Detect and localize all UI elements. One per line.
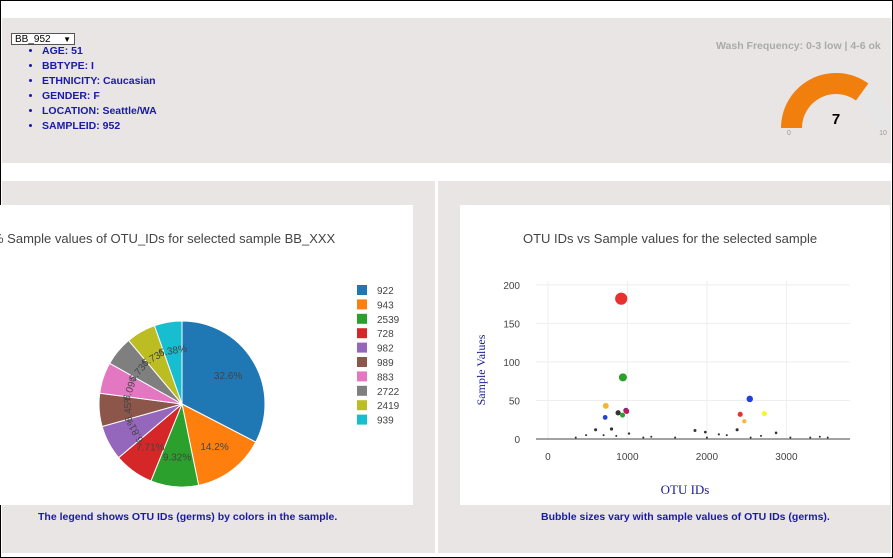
pie-caption: The legend shows OTU IDs (germs) by colo… <box>38 511 338 523</box>
bubble-point <box>602 434 605 437</box>
legend-swatch <box>357 414 367 425</box>
bubble-point <box>620 412 626 418</box>
gauge-value: 7 <box>832 111 840 128</box>
pie-slice-label: 7.71% <box>136 443 164 454</box>
legend-swatch <box>357 357 367 367</box>
bubble-point <box>642 436 645 439</box>
bubble-point <box>602 402 609 409</box>
bubble-point <box>742 419 747 424</box>
legend-item: 943 <box>377 300 394 311</box>
y-tick-label: 200 <box>503 281 520 292</box>
legend-item: 922 <box>377 286 394 297</box>
y-tick-label: 50 <box>509 396 521 407</box>
legend-item: 939 <box>377 416 394 427</box>
bubble-point <box>725 434 728 437</box>
bubble-point <box>615 292 628 305</box>
legend-item: 2722 <box>377 387 400 398</box>
pie-chart-title: % Sample values of OTU_IDs for selected … <box>0 231 336 246</box>
legend-swatch <box>357 285 367 295</box>
bubble-point <box>789 436 792 439</box>
legend-swatch <box>357 328 367 339</box>
bubble-caption: Bubble sizes vary with sample values of … <box>541 511 830 523</box>
gauge-fill <box>781 73 869 128</box>
bubble-point <box>615 434 618 437</box>
bubble-point <box>705 436 708 439</box>
bubble-point <box>574 436 577 439</box>
bubble-point <box>774 431 778 435</box>
bubble-chart-title: OTU IDs vs Sample values for the selecte… <box>523 231 818 246</box>
legend-swatch <box>357 385 367 396</box>
bubble-point <box>650 435 653 438</box>
bubble-point <box>826 436 829 439</box>
legend-swatch <box>357 313 367 324</box>
pie-slice-label: 9.32% <box>163 453 191 464</box>
metadata-item: AGE: 51 <box>42 44 157 59</box>
bubble-point <box>761 410 767 417</box>
bubble-chart-card: OTU IDs vs Sample values for the selecte… <box>460 205 890 505</box>
bubble-point <box>749 436 752 439</box>
bubble-point <box>594 428 598 432</box>
y-tick-label: 0 <box>514 435 520 446</box>
legend-swatch <box>357 371 367 382</box>
gauge-title: Wash Frequency: 0-3 low | 4-6 ok <box>716 40 881 52</box>
wash-frequency-gauge: 0 10 7 <box>781 73 891 137</box>
bubble-point <box>618 373 627 382</box>
bubble-point <box>735 428 739 432</box>
y-axis-label: Sample Values <box>474 334 488 405</box>
bubble-point <box>818 435 821 438</box>
legend-item: 2539 <box>377 315 400 326</box>
bubble-point <box>623 408 630 414</box>
bubble-point <box>737 411 743 417</box>
legend-item: 728 <box>377 329 394 340</box>
bubble-point <box>746 395 754 403</box>
metadata-item: GENDER: F <box>42 89 157 104</box>
x-axis-label: OTU IDs <box>661 482 710 497</box>
bubble-point <box>693 429 697 433</box>
pie-chart: 32.6%14.2%9.32%7.71%6.81%6.45%6.09%5.73%… <box>98 285 400 488</box>
x-tick-label: 3000 <box>775 452 798 463</box>
bubble-point <box>609 427 614 431</box>
gauge-min-label: 0 <box>787 130 791 137</box>
metadata-item: BBTYPE: I <box>42 59 157 74</box>
pie-slice-label: 14.2% <box>200 442 228 453</box>
legend-item: 989 <box>377 358 394 369</box>
bubble-point <box>809 436 812 439</box>
legend-swatch <box>357 299 367 310</box>
bubble-point <box>717 433 720 436</box>
y-tick-label: 100 <box>503 358 520 369</box>
x-tick-label: 0 <box>545 452 551 463</box>
y-tick-label: 150 <box>503 319 520 330</box>
x-tick-label: 2000 <box>696 452 719 463</box>
bubble-point <box>585 434 588 437</box>
sample-select-value: BB_952 <box>15 33 51 45</box>
bubble-point <box>602 415 608 420</box>
metadata-item: SAMPLEID: 952 <box>42 119 157 134</box>
bubble-point <box>627 432 631 435</box>
legend-item: 883 <box>377 372 394 383</box>
pie-slice-label: 32.6% <box>214 371 242 382</box>
bubble-point <box>615 410 621 416</box>
legend-swatch <box>357 342 367 353</box>
metadata-item: LOCATION: Seattle/WA <box>42 104 157 119</box>
pie-chart-card: % Sample values of OTU_IDs for selected … <box>0 205 413 505</box>
metadata-list: AGE: 51 BBTYPE: I ETHNICITY: Caucasian G… <box>24 44 157 134</box>
legend-item: 2419 <box>377 401 400 412</box>
bubble-chart: 0501001502000 1000 2000 3000OTU IDsSample V… <box>474 281 850 497</box>
gauge-max-label: 10 <box>879 130 887 137</box>
bubble-point <box>759 434 762 437</box>
metadata-item: ETHNICITY: Caucasian <box>42 74 157 89</box>
bubble-point <box>674 436 677 439</box>
legend-swatch <box>357 400 367 411</box>
legend-item: 982 <box>377 344 394 355</box>
x-tick-label: 1000 <box>616 452 639 463</box>
bubble-point <box>703 430 707 434</box>
chevron-down-icon: ▼ <box>63 34 71 44</box>
